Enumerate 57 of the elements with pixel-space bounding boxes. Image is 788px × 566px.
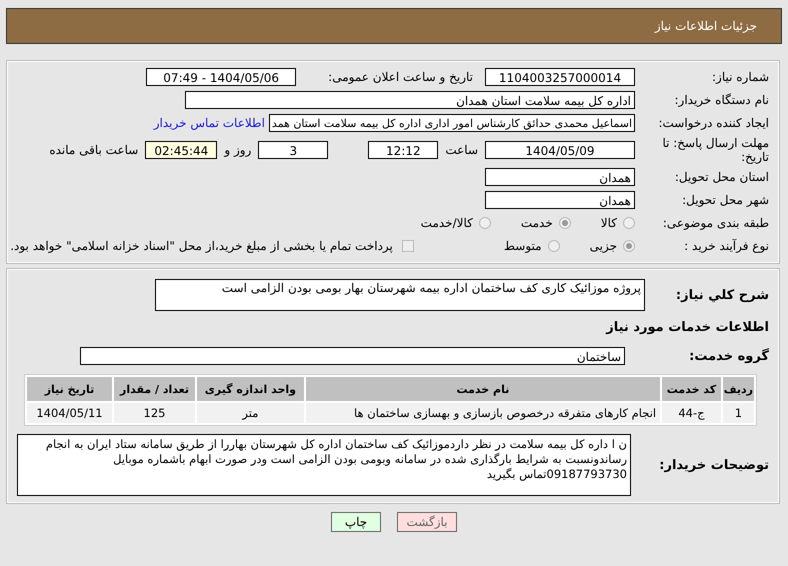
table-cell: 1404/05/11 — [27, 403, 112, 423]
field-label: توضیحات خریدار: — [658, 458, 769, 472]
column-header: کد خدمت — [662, 377, 721, 401]
service-group-field: ساختمان — [80, 347, 625, 365]
table-cell: متر — [197, 403, 304, 423]
field-label: طبقه بندی موضوعی: — [662, 216, 769, 230]
field-label: تاریخ و ساعت اعلان عمومی: — [328, 70, 473, 84]
column-header: ردیف — [722, 377, 754, 401]
province-field: همدان — [485, 168, 635, 186]
category-radio[interactable]: کالا — [600, 216, 635, 230]
column-header: واحد اندازه گیری — [197, 377, 304, 401]
city-field: همدان — [485, 191, 635, 209]
field-label: گروه خدمت: — [688, 348, 769, 364]
field-label: استان محل تحویل: — [674, 170, 769, 184]
radio-icon[interactable] — [478, 217, 491, 229]
payment-note: پرداخت تمام یا بخشی از مبلغ خرید،از محل "اسناد خزانه اسلامی" خواهد بود. — [10, 239, 393, 253]
column-header: تعداد / مقدار — [114, 377, 196, 401]
back-button[interactable]: بازگشت — [397, 512, 457, 532]
checkbox[interactable] — [402, 240, 414, 252]
table-cell: ج-44 — [662, 403, 721, 423]
column-header: تاریخ نیاز — [27, 377, 112, 401]
process-radio[interactable]: جزیی — [590, 239, 635, 253]
requester-field: اسماعیل محمدی حدائق کارشناس امور اداری اداره کل بیمه سلامت استان همد — [268, 114, 635, 132]
column-header: نام خدمت — [306, 377, 660, 401]
deadline-time-field: 12:12 — [368, 141, 438, 159]
category-radio[interactable]: کالا/خدمت — [420, 216, 491, 230]
remaining-time-field: 02:45:44 — [145, 141, 218, 159]
category-radio[interactable]: خدمت — [520, 216, 571, 230]
radio-icon[interactable] — [623, 240, 635, 252]
process-radio[interactable]: متوسط — [504, 239, 560, 253]
field-label: شرح کلي نياز: — [674, 288, 769, 302]
days-label: روز و — [224, 143, 252, 157]
field-label: شماره نیاز: — [711, 70, 769, 84]
field-label: نوع فرآیند خرید : — [683, 239, 769, 253]
table-cell: 1 — [722, 403, 754, 423]
radio-icon[interactable] — [623, 217, 635, 229]
time-label: ساعت — [445, 143, 478, 157]
field-label: مهلت ارسال پاسخ: تا تاریخ: — [661, 136, 769, 164]
field-label: ایجاد کننده درخواست: — [657, 116, 769, 130]
announce-date-field: 1404/05/06 - 07:49 — [146, 68, 296, 86]
summary-field: پروژه موزائیک کاری کف ساختمان اداره بیمه شهرستان بهار بومی بودن الزامی است — [155, 279, 645, 311]
field-label: شهر محل تحویل: — [681, 193, 769, 207]
table-cell: 125 — [114, 403, 196, 423]
remaining-label: ساعت باقی مانده — [49, 143, 138, 157]
days-field: 3 — [258, 141, 328, 159]
section-heading: اطلاعات خدمات مورد نیاز — [606, 320, 769, 335]
deadline-date-field: 1404/05/09 — [485, 141, 635, 159]
buyer-field: اداره کل بیمه سلامت استان همدان — [185, 91, 635, 109]
need-number-field: 1104003257000014 — [485, 68, 635, 86]
page-title: جزئیات اطلاعات نیاز — [654, 19, 757, 33]
buyer-notes-field: ن ا داره کل بیمه سلامت در نظر داردموزائیک کف ساختمان اداره کل شهرستان بهاررا از طریق سامانه ستاد ایران به انجام رساندونسبت به شرایط بارگذاری شده در سامانه وبومی بودن الزامی است ودر صورت ابهام باشماره موبایل 09187793730تماس بگیرید — [17, 434, 631, 496]
radio-icon[interactable] — [548, 240, 560, 252]
buyer-contact-link[interactable]: اطلاعات تماس خریدار — [154, 116, 265, 130]
field-label: نام دستگاه خریدار: — [674, 93, 769, 107]
radio-icon[interactable] — [558, 217, 571, 229]
print-button[interactable]: چاپ — [331, 512, 381, 532]
table-cell: انجام کارهای متفرقه درخصوص بازسازی و بهسازی ساختمان ها — [306, 403, 660, 423]
